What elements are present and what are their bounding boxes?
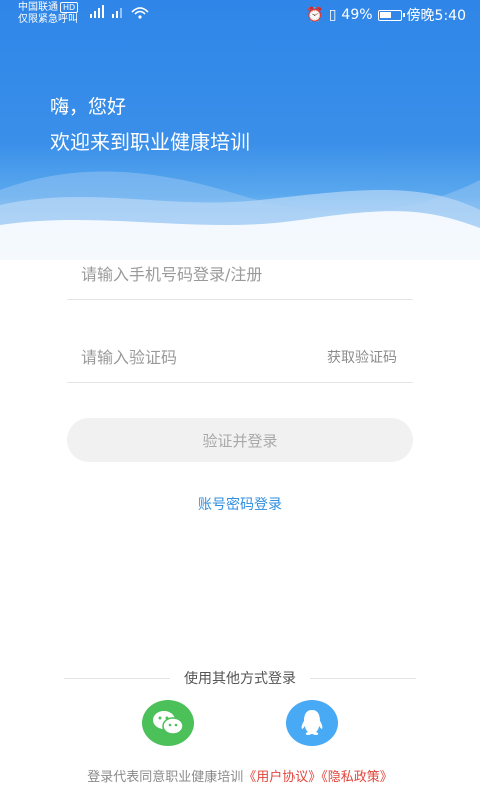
other-login-divider: 使用其他方式登录 — [64, 668, 416, 688]
qq-login-button[interactable] — [286, 700, 338, 746]
divider-line-right — [310, 677, 416, 679]
clock: 傍晚5:40 — [406, 8, 466, 24]
greeting-welcome: 欢迎来到职业健康培训 — [50, 130, 250, 154]
emergency-only-text: 仅限紧急呼叫 — [18, 14, 78, 25]
battery-icon — [377, 9, 405, 21]
wave-decoration — [0, 171, 480, 260]
phone-input[interactable] — [81, 248, 311, 300]
qq-icon — [301, 710, 323, 735]
header-banner: 中国联通 HD 仅限紧急呼叫 ⏰ ▯ 49% 傍晚5:40 嗨，您好 欢迎来到职业… — [0, 0, 480, 260]
agreement-prefix: 登录代表同意职业健康培训 — [87, 770, 244, 785]
carrier-info: 中国联通 HD 仅限紧急呼叫 — [18, 2, 79, 26]
phone-field — [67, 248, 413, 300]
user-agreement-link[interactable]: 《用户协议》 — [243, 770, 321, 785]
wechat-icon — [153, 711, 184, 735]
wechat-login-button[interactable] — [142, 700, 194, 746]
privacy-policy-link[interactable]: 《隐私政策》 — [321, 770, 393, 785]
code-field: 获取验证码 — [67, 331, 413, 383]
agreement-text: 登录代表同意职业健康培训《用户协议》《隐私政策》 — [0, 766, 480, 785]
verification-code-input[interactable] — [81, 331, 311, 383]
divider-line-left — [64, 677, 170, 679]
alarm-icon: ⏰ — [306, 7, 324, 23]
carrier-name: 中国联通 — [18, 2, 58, 13]
password-login-link[interactable]: 账号密码登录 — [0, 494, 480, 514]
vibrate-icon: ▯ — [328, 7, 337, 23]
signal-wifi-icons — [90, 5, 149, 19]
status-right: ⏰ ▯ 49% 傍晚5:40 — [306, 5, 466, 25]
battery-percent: 49% — [341, 7, 373, 23]
greeting-hello: 嗨，您好 — [50, 96, 127, 118]
hd-badge: HD — [60, 2, 79, 13]
get-code-button[interactable]: 获取验证码 — [327, 347, 397, 367]
status-bar: 中国联通 HD 仅限紧急呼叫 ⏰ ▯ 49% 傍晚5:40 — [0, 0, 480, 26]
other-login-title: 使用其他方式登录 — [184, 671, 296, 687]
verify-login-button[interactable]: 验证并登录 — [67, 418, 413, 462]
